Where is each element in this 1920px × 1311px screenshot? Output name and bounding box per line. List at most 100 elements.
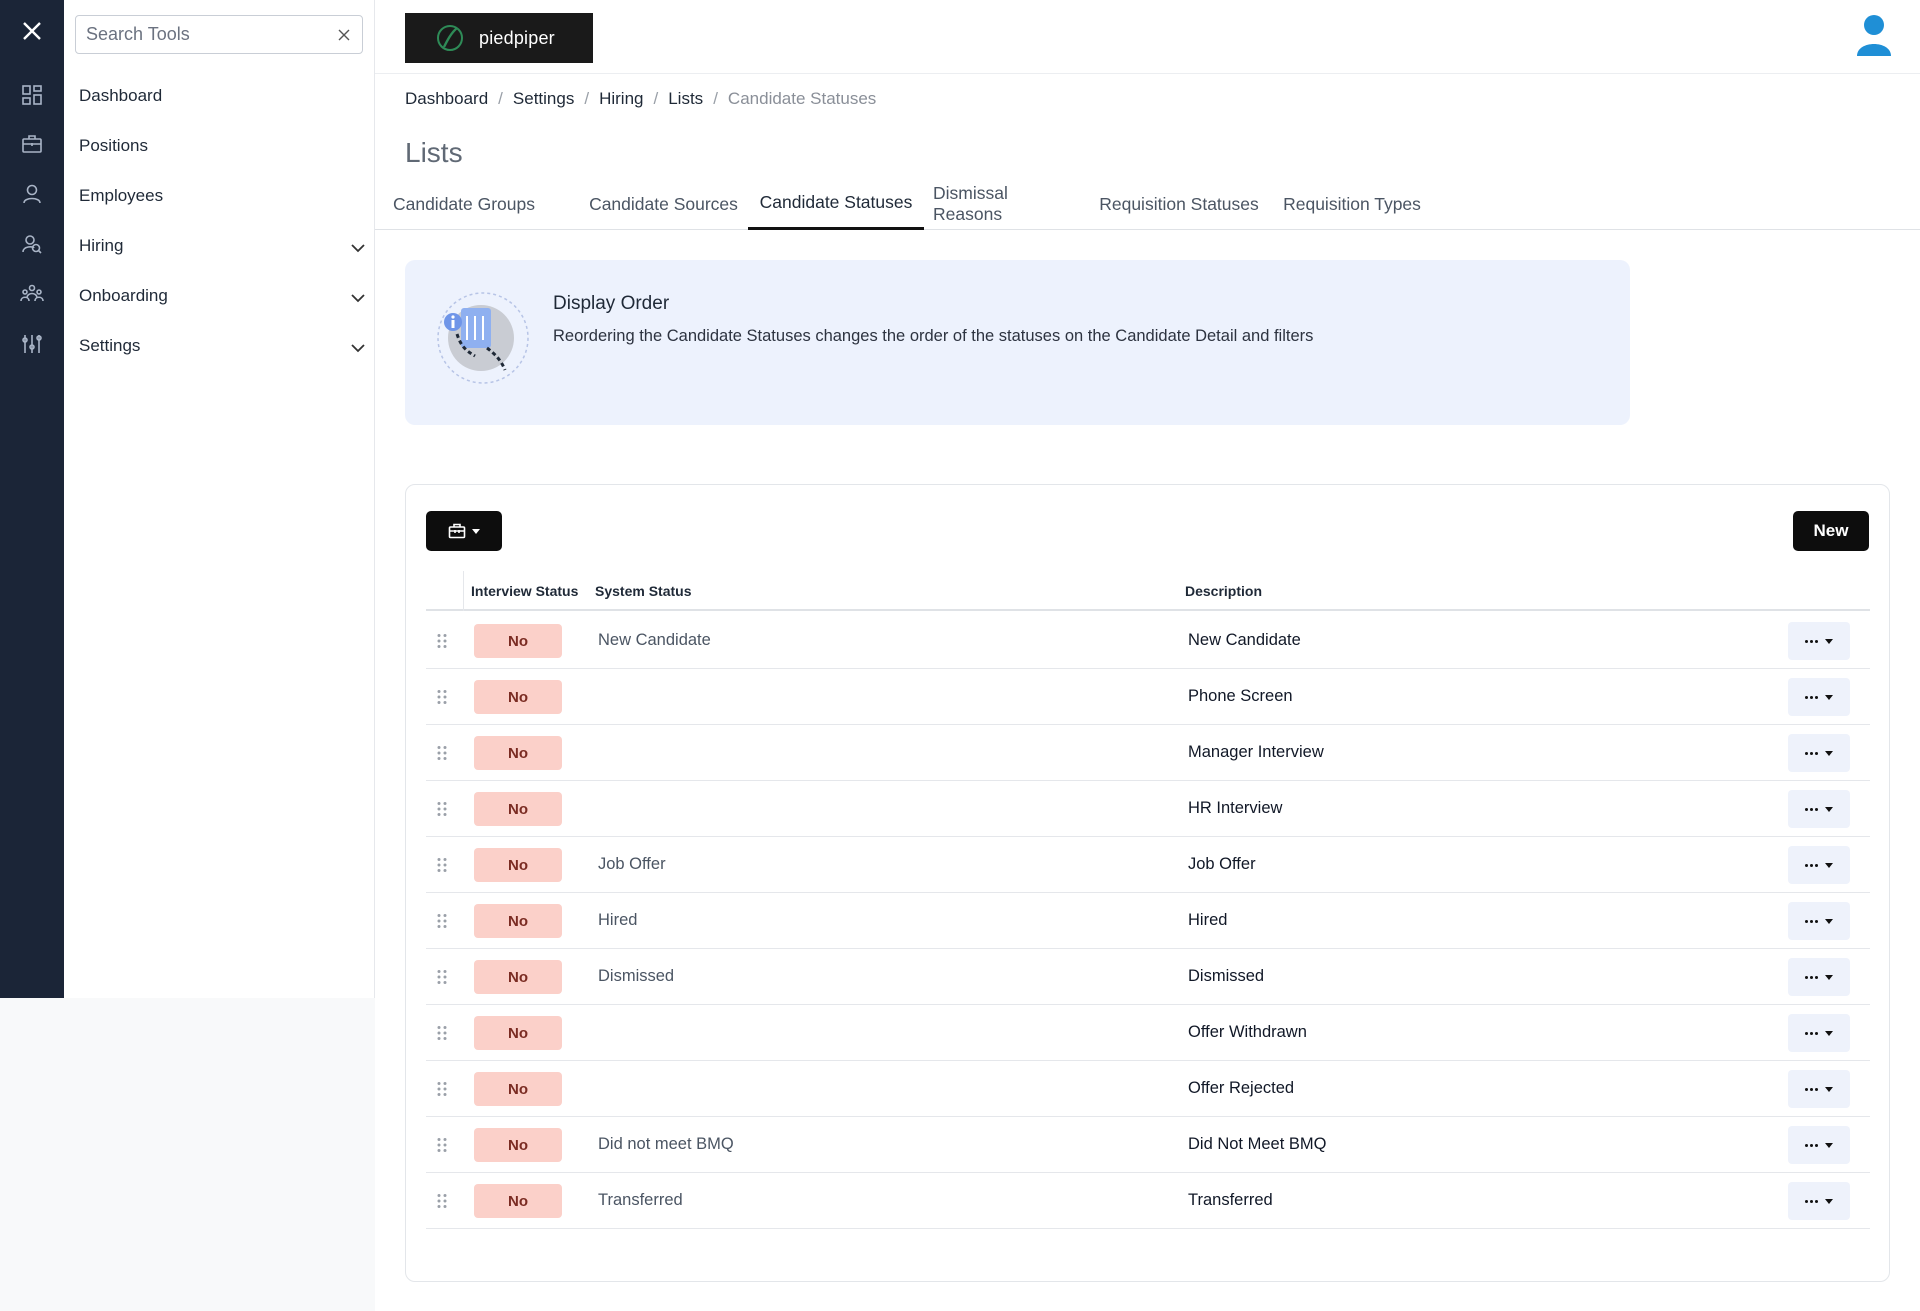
tab-bar: Candidate Groups Candidate Sources Candi… xyxy=(375,183,1920,230)
breadcrumb-separator: / xyxy=(584,89,590,108)
company-logo[interactable]: piedpiper xyxy=(405,13,593,63)
interview-status-badge: No xyxy=(474,624,562,658)
search-input[interactable] xyxy=(86,24,326,45)
table-row[interactable]: No Did not meet BMQ Did Not Meet BMQ xyxy=(426,1117,1870,1173)
team-icon[interactable] xyxy=(0,274,64,314)
chevron-down-icon xyxy=(351,288,365,308)
row-actions-button[interactable] xyxy=(1788,790,1850,828)
caret-down-icon xyxy=(1825,1198,1833,1204)
person-icon[interactable] xyxy=(0,174,64,214)
sidebar-item-onboarding[interactable]: Onboarding xyxy=(64,274,375,318)
breadcrumb-dashboard[interactable]: Dashboard xyxy=(405,89,488,109)
row-actions-button[interactable] xyxy=(1788,1070,1850,1108)
more-dots-icon xyxy=(1805,1087,1818,1091)
sidebar-item-settings[interactable]: Settings xyxy=(64,324,375,368)
breadcrumb-lists[interactable]: Lists xyxy=(668,89,703,109)
row-actions-button[interactable] xyxy=(1788,902,1850,940)
row-actions-button[interactable] xyxy=(1788,734,1850,772)
sidebar-item-label: Settings xyxy=(79,336,141,355)
reorder-illustration-icon xyxy=(437,292,529,384)
description-cell: Dismissed xyxy=(1188,967,1265,985)
table-row[interactable]: No New Candidate New Candidate xyxy=(426,613,1870,669)
chevron-down-icon xyxy=(351,238,365,258)
drag-handle-icon[interactable] xyxy=(436,745,448,761)
drag-handle-icon[interactable] xyxy=(436,857,448,873)
description-cell: Offer Withdrawn xyxy=(1188,1023,1307,1041)
row-actions-button[interactable] xyxy=(1788,622,1850,660)
more-dots-icon xyxy=(1805,919,1818,923)
breadcrumb-separator: / xyxy=(713,89,718,108)
sidebar-footer-area xyxy=(0,998,375,1311)
caret-down-icon xyxy=(1825,750,1833,756)
description-cell: Offer Rejected xyxy=(1188,1079,1295,1097)
settings-sliders-icon[interactable] xyxy=(0,324,64,364)
table-row[interactable]: No Hired Hired xyxy=(426,893,1870,949)
drag-handle-icon[interactable] xyxy=(436,1081,448,1097)
sidebar-item-hiring[interactable]: Hiring xyxy=(64,224,375,268)
description-cell: Transferred xyxy=(1188,1191,1273,1209)
hiring-icon[interactable] xyxy=(0,224,64,264)
tab-candidate-groups[interactable]: Candidate Groups xyxy=(390,184,538,230)
row-actions-button[interactable] xyxy=(1788,958,1850,996)
tab-candidate-statuses[interactable]: Candidate Statuses xyxy=(748,184,924,230)
tab-requisition-types[interactable]: Requisition Types xyxy=(1279,184,1425,230)
statuses-table-card: New Interview Status System Status Descr… xyxy=(405,484,1890,1282)
drag-handle-icon[interactable] xyxy=(436,1025,448,1041)
table-row[interactable]: No Phone Screen xyxy=(426,669,1870,725)
table-row[interactable]: No Transferred Transferred xyxy=(426,1173,1870,1229)
description-cell: Manager Interview xyxy=(1188,743,1324,761)
column-header-description[interactable]: Description xyxy=(1185,583,1262,599)
close-icon[interactable] xyxy=(0,11,64,51)
breadcrumb-settings[interactable]: Settings xyxy=(513,89,574,109)
more-dots-icon xyxy=(1805,807,1818,811)
table-row[interactable]: No Dismissed Dismissed xyxy=(426,949,1870,1005)
tab-dismissal-reasons[interactable]: Dismissal Reasons xyxy=(933,183,1079,230)
dashboard-icon[interactable] xyxy=(0,75,64,115)
caret-down-icon xyxy=(1825,1086,1833,1092)
table-row[interactable]: No Manager Interview xyxy=(426,725,1870,781)
row-actions-button[interactable] xyxy=(1788,1126,1850,1164)
drag-handle-icon[interactable] xyxy=(436,1193,448,1209)
sidebar-item-dashboard[interactable]: Dashboard xyxy=(64,74,375,118)
row-actions-button[interactable] xyxy=(1788,1182,1850,1220)
column-header-interview-status[interactable]: Interview Status xyxy=(471,583,578,599)
table-row[interactable]: No Offer Withdrawn xyxy=(426,1005,1870,1061)
interview-status-badge: No xyxy=(474,1016,562,1050)
table-row[interactable]: No Job Offer Job Offer xyxy=(426,837,1870,893)
caret-down-icon xyxy=(1825,806,1833,812)
new-button[interactable]: New xyxy=(1793,511,1869,551)
drag-handle-icon[interactable] xyxy=(436,633,448,649)
row-actions-button[interactable] xyxy=(1788,678,1850,716)
drag-handle-icon[interactable] xyxy=(436,1137,448,1153)
system-status-cell: Hired xyxy=(598,911,638,929)
search-box xyxy=(75,15,363,54)
row-actions-button[interactable] xyxy=(1788,846,1850,884)
bulk-actions-button[interactable] xyxy=(426,511,502,551)
drag-handle-icon[interactable] xyxy=(436,801,448,817)
clear-search-icon[interactable] xyxy=(334,25,354,45)
interview-status-badge: No xyxy=(474,792,562,826)
tab-candidate-sources[interactable]: Candidate Sources xyxy=(588,184,739,230)
table-header: Interview Status System Status Descripti… xyxy=(426,571,1870,611)
table-row[interactable]: No Offer Rejected xyxy=(426,1061,1870,1117)
more-dots-icon xyxy=(1805,975,1818,979)
more-dots-icon xyxy=(1805,863,1818,867)
logo-text: piedpiper xyxy=(479,27,555,48)
banner-title: Display Order xyxy=(553,293,670,314)
tab-requisition-statuses[interactable]: Requisition Statuses xyxy=(1097,184,1261,230)
user-avatar-icon[interactable] xyxy=(1854,12,1894,56)
system-status-cell: Transferred xyxy=(598,1191,683,1209)
table-row[interactable]: No HR Interview xyxy=(426,781,1870,837)
briefcase-icon[interactable] xyxy=(0,124,64,164)
sidebar-item-positions[interactable]: Positions xyxy=(64,124,375,168)
column-divider xyxy=(463,571,464,611)
drag-handle-icon[interactable] xyxy=(436,689,448,705)
row-actions-button[interactable] xyxy=(1788,1014,1850,1052)
sidebar-item-employees[interactable]: Employees xyxy=(64,174,375,218)
more-dots-icon xyxy=(1805,639,1818,643)
column-header-system-status[interactable]: System Status xyxy=(595,583,691,599)
drag-handle-icon[interactable] xyxy=(436,913,448,929)
drag-handle-icon[interactable] xyxy=(436,969,448,985)
breadcrumb-hiring[interactable]: Hiring xyxy=(599,89,643,109)
description-cell: HR Interview xyxy=(1188,799,1283,817)
